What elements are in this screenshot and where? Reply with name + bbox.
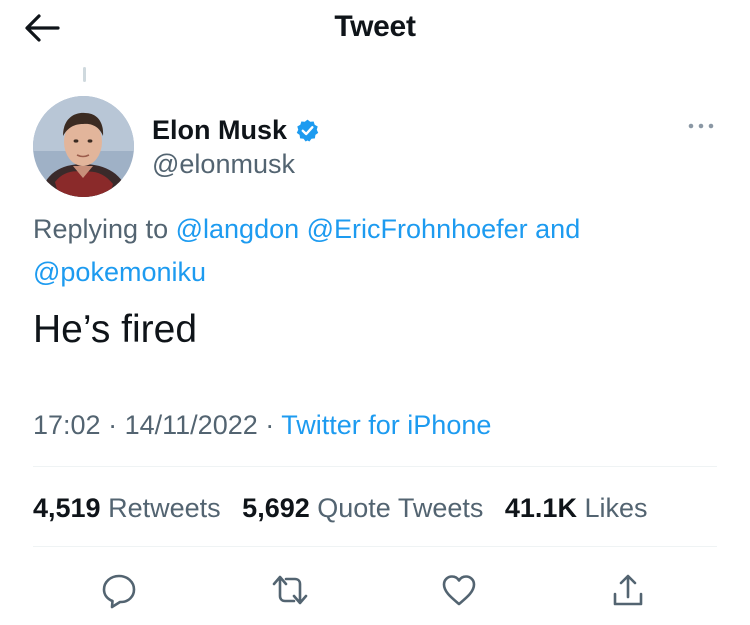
tweet-date[interactable]: 14/11/2022 xyxy=(125,410,258,440)
tweet-text: He’s fired xyxy=(33,308,198,351)
author-name-row: Elon Musk xyxy=(152,112,320,148)
replying-prefix: Replying to xyxy=(33,214,169,244)
meta-separator: · xyxy=(108,410,118,440)
likes-count: 41.1K xyxy=(504,493,577,523)
mention-link[interactable]: @langdon xyxy=(176,214,300,244)
avatar-image xyxy=(33,96,134,197)
replying-and-word[interactable]: and xyxy=(535,214,580,244)
mention-link[interactable]: @pokemoniku xyxy=(33,257,206,287)
tweet-time[interactable]: 17:02 xyxy=(33,410,101,440)
quote-tweets-stat[interactable]: 5,692 Quote Tweets xyxy=(242,488,483,528)
more-horizontal-icon xyxy=(688,123,714,129)
share-button[interactable] xyxy=(608,570,648,610)
verified-badge-icon xyxy=(295,118,320,143)
divider xyxy=(33,546,717,547)
tweet-meta: 17:02 · 14/11/2022 · Twitter for iPhone xyxy=(33,405,491,445)
tweet-source-link[interactable]: Twitter for iPhone xyxy=(281,410,491,440)
divider xyxy=(33,466,717,467)
more-options-button[interactable] xyxy=(686,114,716,138)
retweet-icon xyxy=(272,575,308,605)
retweets-count: 4,519 xyxy=(33,493,101,523)
likes-label: Likes xyxy=(584,493,648,523)
avatar[interactable] xyxy=(33,96,134,197)
reply-button[interactable] xyxy=(99,570,139,610)
thread-connector-line xyxy=(83,67,86,82)
page-title: Tweet xyxy=(334,10,416,43)
like-button[interactable] xyxy=(439,570,479,610)
header: Tweet xyxy=(0,0,750,56)
likes-stat[interactable]: 41.1K Likes xyxy=(505,488,648,528)
quote-tweets-count: 5,692 xyxy=(242,493,310,523)
author-display-name[interactable]: Elon Musk xyxy=(152,115,287,146)
retweets-label: Retweets xyxy=(108,493,221,523)
meta-separator: · xyxy=(265,410,275,440)
reply-icon xyxy=(102,574,136,609)
mention-link[interactable]: @EricFrohnhoefer xyxy=(307,214,528,244)
retweet-button[interactable] xyxy=(270,570,310,610)
engagement-stats: 4,519 Retweets 5,692 Quote Tweets 41.1K … xyxy=(33,488,662,528)
quote-tweets-label: Quote Tweets xyxy=(317,493,484,523)
share-icon xyxy=(613,574,643,606)
author-handle[interactable]: @elonmusk xyxy=(152,149,295,180)
like-icon xyxy=(442,575,476,606)
replying-to: Replying to @langdon @EricFrohnhoefer an… xyxy=(33,208,673,294)
retweets-stat[interactable]: 4,519 Retweets xyxy=(33,488,221,528)
